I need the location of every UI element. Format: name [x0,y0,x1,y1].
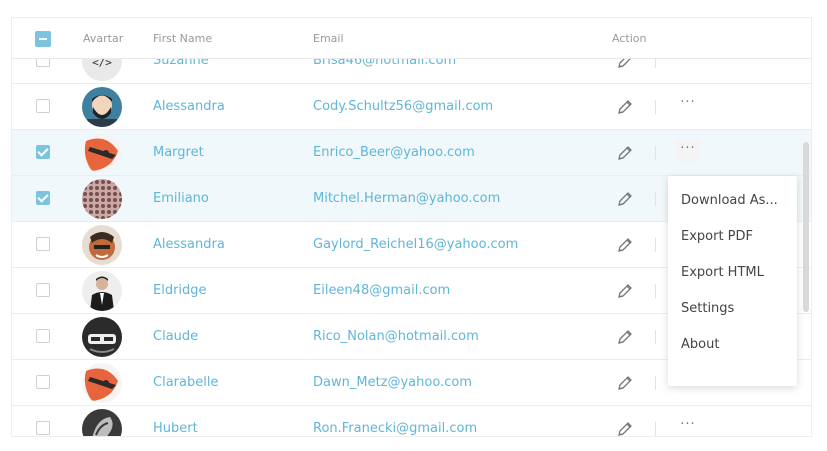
first-name-link[interactable]: Hubert [153,421,198,436]
menu-item-download-as[interactable]: Download As... [681,193,778,208]
menu-item-export-pdf[interactable]: Export PDF [681,229,753,244]
row-checkbox[interactable] [36,191,50,205]
action-divider [655,422,656,436]
row-checkbox[interactable] [36,329,50,343]
more-actions-button[interactable]: ··· [676,140,700,162]
suited-man-avatar [82,271,122,311]
first-name-link[interactable]: Alessandra [153,99,225,114]
edit-pencil-icon[interactable] [616,328,634,346]
edit-pencil-icon[interactable] [616,236,634,254]
row-checkbox[interactable] [36,421,50,435]
email-link[interactable]: Eileen48@gmail.com [313,283,450,298]
action-divider [655,192,656,206]
edit-pencil-icon[interactable] [616,282,634,300]
row-checkbox[interactable] [36,237,50,251]
action-divider [655,284,656,298]
masked-face-avatar [82,225,122,265]
orange-bird-avatar [82,133,122,173]
more-actions-button[interactable]: ··· [676,94,700,116]
action-divider [655,376,656,390]
menu-item-settings[interactable]: Settings [681,301,734,316]
edit-pencil-icon[interactable] [616,190,634,208]
row-checkbox[interactable] [36,375,50,389]
bearded-man-avatar [82,87,122,127]
orange-bird-avatar [82,363,122,403]
email-link[interactable]: Ron.Franecki@gmail.com [313,421,477,436]
column-header-action: Action [612,32,647,45]
vertical-scrollbar[interactable] [803,142,809,312]
pattern-avatar [82,179,122,219]
email-link[interactable]: Dawn_Metz@yahoo.com [313,375,472,390]
action-divider [655,146,656,160]
action-divider [655,238,656,252]
edit-pencil-icon[interactable] [616,144,634,162]
row-checkbox[interactable] [36,283,50,297]
menu-item-about[interactable]: About [681,337,719,352]
more-actions-menu: Download As... Export PDF Export HTML Se… [668,176,797,386]
email-link[interactable]: Gaylord_Reichel16@yahoo.com [313,237,518,252]
first-name-link[interactable]: Emiliano [153,191,209,206]
table-row[interactable]: Alessandra Cody.Schultz56@gmail.com ··· [12,84,811,130]
table-header: Avartar First Name Email Action [12,18,811,59]
table-row[interactable]: Hubert Ron.Franecki@gmail.com ··· [12,406,811,436]
email-link[interactable]: Mitchel.Herman@yahoo.com [313,191,500,206]
row-checkbox[interactable] [36,145,50,159]
dark-sketch-avatar [82,409,122,436]
first-name-link[interactable]: Margret [153,145,204,160]
action-divider [655,100,656,114]
row-checkbox[interactable] [36,99,50,113]
edit-pencil-icon[interactable] [616,420,634,436]
edit-pencil-icon[interactable] [616,374,634,392]
column-header-email[interactable]: Email [313,32,344,45]
menu-item-export-html[interactable]: Export HTML [681,265,764,280]
first-name-link[interactable]: Clarabelle [153,375,218,390]
more-actions-button[interactable]: ··· [676,416,700,436]
dark-hat-avatar [82,317,122,357]
table-row[interactable]: Margret Enrico_Beer@yahoo.com ··· [12,130,811,176]
action-divider [655,330,656,344]
first-name-link[interactable]: Claude [153,329,198,344]
email-link[interactable]: Enrico_Beer@yahoo.com [313,145,475,160]
column-header-first-name[interactable]: First Name [153,32,212,45]
email-link[interactable]: Rico_Nolan@hotmail.com [313,329,479,344]
first-name-link[interactable]: Eldridge [153,283,207,298]
email-link[interactable]: Cody.Schultz56@gmail.com [313,99,493,114]
data-table: Avartar First Name Email Action </> Suzan… [11,17,812,437]
select-all-checkbox[interactable] [35,31,51,47]
edit-pencil-icon[interactable] [616,98,634,116]
column-header-avatar: Avartar [83,32,124,45]
first-name-link[interactable]: Alessandra [153,237,225,252]
